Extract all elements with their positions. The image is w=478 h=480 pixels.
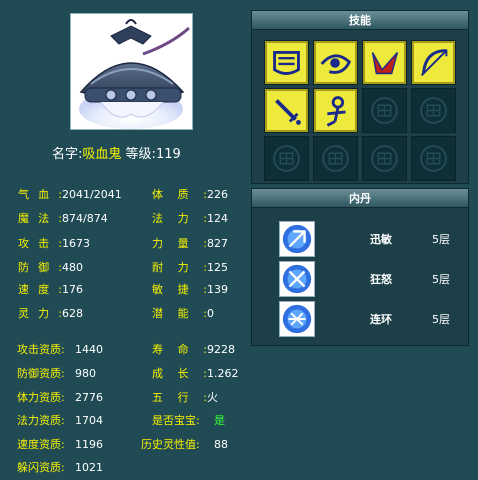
- attr-potential: 潜能:0: [152, 307, 214, 320]
- fury-trident-icon: [279, 261, 315, 297]
- skill-slot-empty[interactable]: [411, 136, 456, 181]
- neidan-panel: 内丹 迅敏 5层 狂怒 5层 连环 5层: [251, 188, 469, 346]
- growth-element: 五行:火: [152, 391, 218, 404]
- skill-slot-empty[interactable]: [362, 136, 407, 181]
- attr-magic: 法力:124: [152, 212, 228, 225]
- neidan-item[interactable]: 连环 5层: [252, 299, 470, 339]
- pet-name: 吸血鬼: [82, 147, 122, 162]
- apt-speed: 速度资质: 1196: [17, 438, 103, 451]
- stat-speed: 速度:176: [18, 283, 83, 296]
- stat-spirit: 灵力:628: [18, 307, 83, 320]
- pet-level: 119: [155, 147, 181, 162]
- empty-slot-icon: [273, 145, 300, 172]
- neidan-item[interactable]: 迅敏 5层: [252, 219, 470, 259]
- neidan-panel-title: 内丹: [252, 189, 468, 208]
- skill-slot-empty[interactable]: [362, 88, 407, 133]
- growth-lifespan: 寿命:9228: [152, 343, 235, 356]
- skill-slot-empty[interactable]: [313, 136, 358, 181]
- skill-slot-6[interactable]: [313, 88, 358, 133]
- stat-defense: 防御:480: [18, 261, 83, 274]
- skills-panel: 技能: [251, 10, 469, 184]
- growth-spirit-history: 历史灵性值: 88: [141, 438, 228, 451]
- stat-hp: 气血:2041/2041: [18, 188, 122, 201]
- empty-slot-icon: [420, 97, 447, 124]
- apt-mana: 法力资质: 1704: [17, 414, 103, 427]
- neidan-name: 连环: [370, 313, 392, 326]
- chain-trident-icon: [279, 301, 315, 337]
- skill-slot-empty[interactable]: [411, 88, 456, 133]
- growth-rate: 成长:1.262: [152, 367, 239, 380]
- skill-slot-4[interactable]: [411, 40, 456, 85]
- name-label: 名字:: [52, 147, 83, 162]
- swift-trident-icon: [279, 221, 315, 257]
- neidan-item[interactable]: 狂怒 5层: [252, 259, 470, 299]
- attr-strength: 力量:827: [152, 237, 228, 250]
- neidan-name: 迅敏: [370, 233, 392, 246]
- neidan-level: 5层: [432, 313, 450, 326]
- shield-rune-icon: [273, 51, 300, 75]
- attr-agility: 敏捷:139: [152, 283, 228, 296]
- empty-slot-icon: [420, 145, 447, 172]
- skill-grid: [264, 40, 456, 181]
- apt-stamina: 体力资质: 2776: [17, 391, 103, 404]
- apt-attack: 攻击资质: 1440: [17, 343, 103, 356]
- level-label: 等级:: [125, 147, 156, 162]
- neidan-level: 5层: [432, 273, 450, 286]
- sword-icon: [275, 99, 301, 125]
- empty-slot-icon: [371, 145, 398, 172]
- growth-is-baby: 是否宝宝: 是: [152, 414, 225, 427]
- neidan-level: 5层: [432, 233, 450, 246]
- skill-slot-3[interactable]: [362, 40, 407, 85]
- apt-dodge: 躲闪资质: 1021: [17, 461, 103, 474]
- stat-mp: 魔法:874/874: [18, 212, 108, 225]
- skill-slot-empty[interactable]: [264, 136, 309, 181]
- attr-constitution: 体质:226: [152, 188, 228, 201]
- empty-slot-icon: [371, 97, 398, 124]
- skill-slot-1[interactable]: [264, 40, 309, 85]
- person-rune-icon: [326, 96, 346, 127]
- pet-portrait: [70, 13, 193, 130]
- empty-slot-icon: [322, 145, 349, 172]
- eye-rune-icon: [320, 54, 352, 74]
- skill-slot-2[interactable]: [313, 40, 358, 85]
- apt-defense: 防御资质: 980: [17, 367, 96, 380]
- counter-strike-icon: [371, 51, 399, 75]
- neidan-name: 狂怒: [370, 273, 392, 286]
- pet-name-line: 名字:吸血鬼 等级:119: [52, 143, 181, 162]
- stat-attack: 攻击:1673: [18, 237, 90, 250]
- attr-endurance: 耐力:125: [152, 261, 228, 274]
- skills-panel-title: 技能: [252, 11, 468, 30]
- skill-slot-5[interactable]: [264, 88, 309, 133]
- bow-icon: [420, 49, 448, 77]
